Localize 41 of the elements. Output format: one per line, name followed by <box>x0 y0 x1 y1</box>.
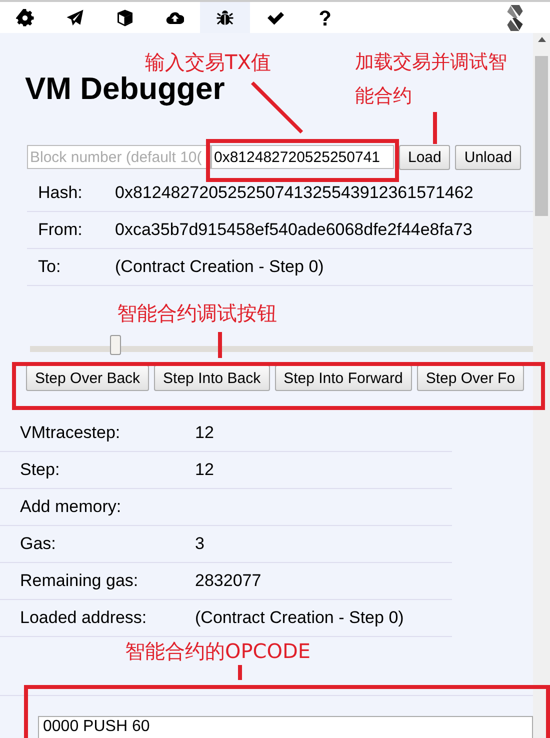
logo-icon <box>507 4 523 30</box>
field-label: Step: <box>19 460 61 480</box>
scroll-up-arrow-icon[interactable] <box>538 37 546 42</box>
field-label: Add memory: <box>19 497 122 517</box>
annotation-text: 智能合约的OPCODE <box>125 638 311 665</box>
opcode-item[interactable]: 0000 PUSH 60 <box>43 718 528 736</box>
action-button[interactable]: Unload <box>455 144 521 170</box>
step-button[interactable]: Step Over Back <box>26 365 150 391</box>
bug-icon <box>216 8 234 26</box>
step-button[interactable]: Step Into Forward <box>274 365 412 391</box>
field-label: To: <box>37 257 62 277</box>
scrollbar-thumb[interactable] <box>535 56 548 216</box>
annotation-text: 加载交易并调试智 能合约 <box>355 50 507 109</box>
field-value: 2832077 <box>195 571 262 591</box>
opcode-list[interactable]: 0000 PUSH 60 <box>38 716 533 738</box>
field-value: 0x812482720525250741325543912361571462 <box>115 183 474 203</box>
slider-thumb[interactable] <box>110 335 122 355</box>
leader-line <box>248 80 306 135</box>
step-button[interactable]: Step Over Fo <box>416 365 524 391</box>
scrollbar[interactable] <box>533 33 550 738</box>
tab[interactable] <box>200 2 250 33</box>
field-label: Loaded address: <box>19 608 148 628</box>
field-value: 12 <box>195 423 214 443</box>
paper-plane-icon <box>66 8 84 26</box>
field-value: (Contract Creation - Step 0) <box>115 257 324 277</box>
field-label: From: <box>37 220 84 240</box>
transaction-field[interactable]: 0x812482720525250741 <box>211 145 394 169</box>
cube-icon <box>116 8 134 26</box>
field-value: 0xca35b7d915458ef540ade6068dfe2f44e8fa73 <box>115 220 472 240</box>
block-number-field[interactable]: Block number (default 10( <box>27 145 211 169</box>
annotation-text: 智能合约调试按钮 <box>117 300 277 327</box>
field-label: Hash: <box>37 183 84 203</box>
action-button[interactable]: Load <box>399 144 450 170</box>
field-value: 3 <box>195 534 204 554</box>
settings-icon <box>16 8 34 26</box>
field-label: Remaining gas: <box>19 571 140 591</box>
field-value: (Contract Creation - Step 0) <box>195 608 404 628</box>
step-button[interactable]: Step Into Back <box>154 365 270 391</box>
field-label: Gas: <box>19 534 57 554</box>
field-label: VMtracestep: <box>19 423 122 443</box>
field-value: 12 <box>195 460 214 480</box>
